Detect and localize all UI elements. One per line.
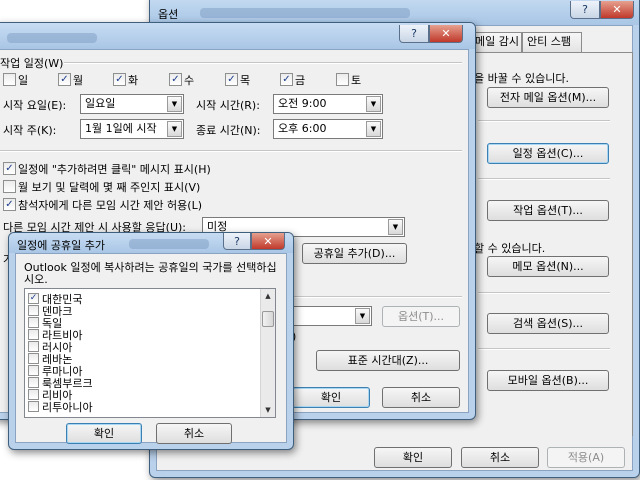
chevron-down-icon: ▼ (355, 308, 370, 324)
time-zones-button[interactable]: 표준 시간대(Z)... (316, 350, 460, 371)
mobile-options-button[interactable]: 모바일 옵션(B)... (487, 370, 609, 391)
add-holidays-button[interactable]: 공휴일 추가(D)... (302, 243, 407, 264)
list-item[interactable]: ✓ 대한민국 (28, 291, 82, 306)
list-item[interactable]: 룩셈부르크 (28, 375, 93, 390)
click-to-add-label: 일정에 "추가하려면 클릭" 메시지 표시(H) (18, 163, 211, 176)
country-checkbox[interactable] (28, 364, 39, 376)
day-label: 목 (240, 74, 251, 87)
list-item[interactable]: 러시아 (28, 339, 72, 354)
options-help-icon[interactable]: ? (570, 1, 600, 19)
list-item[interactable]: 독일 (28, 315, 62, 330)
list-item[interactable]: 라트비아 (28, 327, 82, 342)
country-checkbox[interactable] (28, 376, 39, 388)
first-week-value: 1월 1일에 시작 (85, 122, 157, 135)
day-wed-checkbox[interactable]: ✓ (169, 73, 182, 86)
end-time-value: 오후 6:00 (278, 122, 327, 135)
country-checkbox[interactable] (28, 388, 39, 400)
propose-times-checkbox[interactable]: ✓ (3, 198, 16, 211)
options-tab-panel-right (632, 52, 633, 436)
country-checkbox[interactable] (28, 304, 39, 316)
email-options-button[interactable]: 전자 메일 옵션(M)... (487, 87, 609, 108)
click-to-add-checkbox[interactable]: ✓ (3, 162, 16, 175)
options-tab-panel-edge (470, 52, 633, 53)
list-item[interactable]: 리투아니아 (28, 399, 93, 414)
first-week-select[interactable]: 1월 1일에 시작 ▼ (80, 119, 184, 139)
day-sun-checkbox[interactable] (3, 73, 16, 86)
propose-times-label: 참석자에게 다른 모임 시간 제안 허용(L) (18, 199, 202, 212)
holidays-ok-button[interactable]: 확인 (66, 423, 142, 444)
calendar-partial-select[interactable]: ▼ (292, 306, 372, 326)
day-tue-checkbox[interactable]: ✓ (113, 73, 126, 86)
list-item[interactable]: 루마니아 (28, 363, 82, 378)
day-thu-checkbox[interactable]: ✓ (225, 73, 238, 86)
holidays-help-icon[interactable]: ? (223, 233, 251, 250)
options-cancel-button[interactable]: 취소 (461, 447, 539, 468)
holidays-instruction: Outlook 일정에 복사하려는 공휴일의 국가를 선택하십시오. (24, 261, 277, 286)
options-ok-button[interactable]: 확인 (374, 447, 452, 468)
end-time-select[interactable]: 오후 6:00 ▼ (273, 119, 383, 139)
holidays-dialog-title: 일정에 공휴일 추가 (17, 239, 105, 252)
country-checkbox[interactable]: ✓ (28, 292, 39, 304)
day-label: 일 (18, 74, 29, 87)
scroll-down-icon[interactable]: ▼ (261, 403, 275, 417)
day-label: 화 (128, 74, 139, 87)
options-window-title: 옵션 (158, 8, 179, 21)
task-options-button[interactable]: 작업 옵션(T)... (487, 200, 609, 221)
options-close-icon[interactable]: ✕ (600, 1, 634, 19)
country-name: 리투아니아 (42, 401, 93, 414)
start-time-select[interactable]: 오전 9:00 ▼ (273, 94, 383, 114)
calendar-options-button[interactable]: 일정 옵션(C)... (487, 143, 609, 164)
options-change-hint: 을 바꿀 수 있습니다. (474, 72, 569, 85)
calendar-cancel-button[interactable]: 취소 (382, 387, 460, 408)
day-sat-checkbox[interactable] (336, 73, 349, 86)
day-fri-checkbox[interactable]: ✓ (280, 73, 293, 86)
country-checkbox[interactable] (28, 340, 39, 352)
country-list[interactable]: ✓ 대한민국 덴마크 독일 라트비아 러시아 레바논 루마니아 룩셈부르크 리비아… (24, 288, 276, 418)
day-label: 금 (295, 74, 306, 87)
chevron-down-icon: ▼ (388, 219, 403, 235)
start-time-label: 시작 시간(R): (196, 99, 260, 112)
country-checkbox[interactable] (28, 316, 39, 328)
list-item[interactable]: 덴마크 (28, 303, 72, 318)
day-label: 월 (73, 74, 84, 87)
options-can-hint: 할 수 있습니다. (474, 242, 546, 255)
day-label: 수 (184, 74, 195, 87)
country-checkbox[interactable] (28, 352, 39, 364)
options-apply-button[interactable]: 적용(A) (547, 447, 625, 468)
search-options-button[interactable]: 검색 옵션(S)... (487, 313, 609, 334)
chevron-down-icon: ▼ (167, 96, 182, 112)
work-week-label: 작업 일정(W) (0, 57, 64, 70)
day-label: 토 (351, 74, 362, 87)
week-numbers-checkbox[interactable] (3, 180, 16, 193)
scroll-thumb[interactable] (262, 311, 274, 327)
start-time-value: 오전 9:00 (278, 97, 327, 110)
calendar-help-icon[interactable]: ? (399, 25, 429, 43)
holidays-close-icon[interactable]: ✕ (251, 233, 285, 250)
calendar-ok-button[interactable]: 확인 (292, 387, 370, 408)
tab-anti-spam[interactable]: 안티 스팸 (522, 32, 582, 52)
week-numbers-label: 월 보기 및 달력에 몇 째 주인지 표시(V) (18, 181, 201, 194)
notes-options-button[interactable]: 메모 옵션(N)... (487, 256, 609, 277)
tab-mail-watch[interactable]: 메일 감시 (470, 32, 522, 52)
calendar-close-icon[interactable]: ✕ (429, 25, 463, 43)
holidays-cancel-button[interactable]: 취소 (156, 423, 232, 444)
country-list-scrollbar[interactable]: ▲ ▼ (260, 289, 275, 417)
list-item[interactable]: 리비아 (28, 387, 72, 402)
chevron-down-icon: ▼ (366, 96, 381, 112)
end-time-label: 종료 시간(N): (196, 124, 261, 137)
chevron-down-icon: ▼ (366, 121, 381, 137)
calendar-options-sub-button[interactable]: 옵션(T)... (382, 306, 460, 327)
list-item[interactable]: 레바논 (28, 351, 72, 366)
country-checkbox[interactable] (28, 328, 39, 340)
first-day-select[interactable]: 일요일 ▼ (80, 94, 184, 114)
first-week-label: 시작 주(K): (3, 124, 57, 137)
day-mon-checkbox[interactable]: ✓ (58, 73, 71, 86)
first-day-value: 일요일 (85, 97, 116, 110)
country-checkbox[interactable] (28, 400, 39, 412)
scroll-up-icon[interactable]: ▲ (261, 289, 275, 303)
chevron-down-icon: ▼ (167, 121, 182, 137)
first-day-label: 시작 요일(E): (3, 99, 67, 112)
